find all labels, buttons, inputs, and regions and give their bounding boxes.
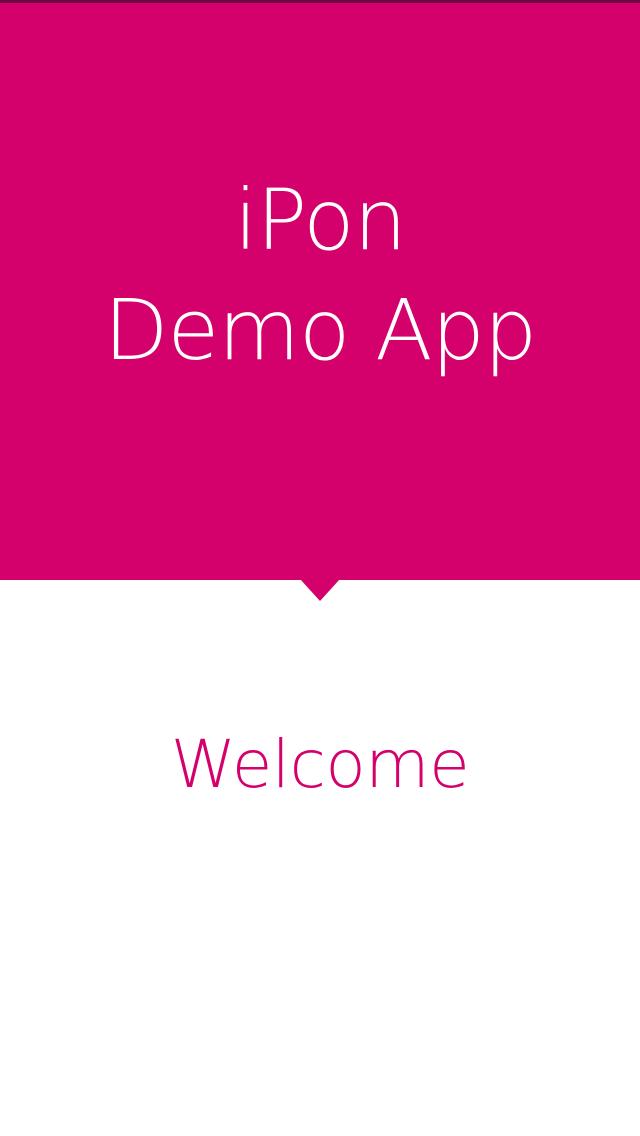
app-title: iPon Demo App	[0, 165, 640, 385]
hero-pointer-triangle	[300, 579, 340, 601]
welcome-heading: Welcome	[170, 726, 470, 803]
app-screen: iPon Demo App Welcome	[0, 0, 640, 1136]
app-title-line-1: iPon	[234, 171, 407, 269]
hero-banner: iPon Demo App	[0, 3, 640, 580]
app-title-line-2: Demo App	[103, 281, 537, 379]
